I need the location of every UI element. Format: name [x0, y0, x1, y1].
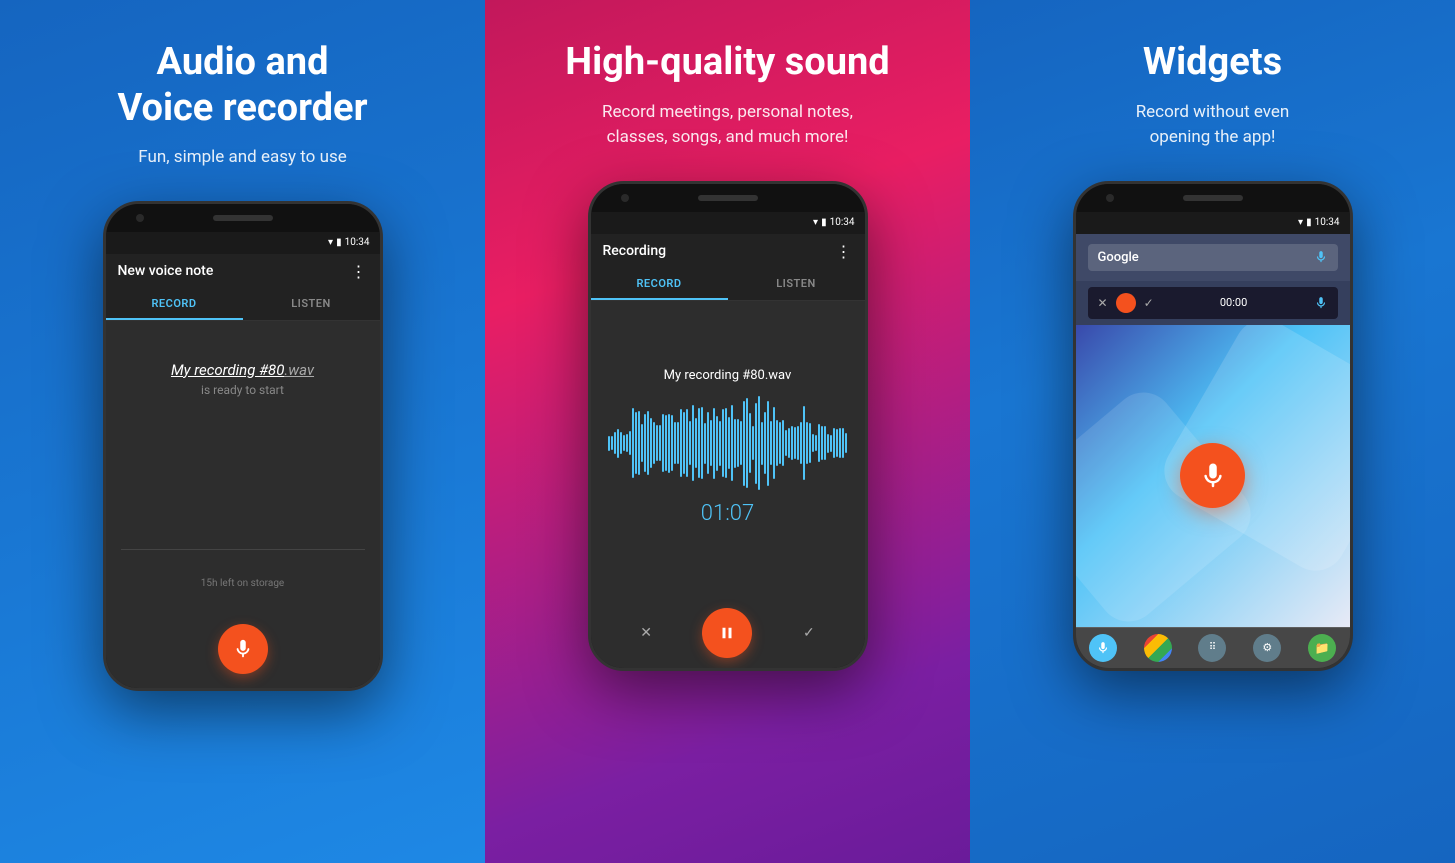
dock-chrome-button[interactable]	[1144, 634, 1172, 662]
mic-icon	[232, 638, 254, 660]
center-phone-mockup: ▾ ▮ 10:34 Recording ⋮ RECORD LISTEN My r…	[588, 181, 868, 671]
phone-speaker-right	[1183, 195, 1243, 201]
right-phone-mockup: ▾ ▮ 10:34 Google ✕ ✓	[1073, 181, 1353, 671]
recording-name-center: My recording #80.wav	[664, 368, 792, 383]
dock-files-button[interactable]: 📁	[1308, 634, 1336, 662]
app-dock: ⠿ ⚙ 📁	[1076, 628, 1350, 668]
google-logo: Google	[1098, 250, 1139, 265]
phone-top-bar	[106, 204, 380, 232]
wifi-icon: ▾	[328, 237, 333, 248]
home-screen	[1076, 325, 1350, 627]
center-panel-subtitle: Record meetings, personal notes,classes,…	[602, 100, 853, 151]
recording-ext: .wav	[284, 361, 314, 379]
left-phone-mockup: ▾ ▮ 10:34 New voice note ⋮ RECORD LISTEN…	[103, 201, 383, 691]
status-icons: ▾ ▮ 10:34	[328, 237, 369, 248]
right-panel: Widgets Record without evenopening the a…	[970, 0, 1455, 863]
more-options-icon[interactable]: ⋮	[351, 262, 368, 281]
status-icons-center: ▾ ▮ 10:34	[813, 217, 854, 228]
record-tab-center[interactable]: RECORD	[591, 269, 728, 300]
left-panel: Audio andVoice recorder Fun, simple and …	[0, 0, 485, 863]
phone-camera-right	[1106, 194, 1114, 202]
record-tab[interactable]: RECORD	[106, 289, 243, 320]
confirm-button-center[interactable]: ✓	[794, 618, 824, 648]
google-mic-icon	[1314, 250, 1328, 264]
wifi-icon-center: ▾	[813, 217, 818, 228]
battery-icon-right: ▮	[1306, 217, 1312, 228]
widget-mic-icon	[1314, 296, 1328, 310]
recorder-widget[interactable]: ✕ ✓ 00:00	[1088, 287, 1338, 319]
bottom-controls: ✕ ✓	[591, 598, 865, 668]
google-search-bar[interactable]: Google	[1088, 244, 1338, 271]
widget-record-dot	[1116, 293, 1136, 313]
screen-content-center: My recording #80.wav 01:07	[591, 301, 865, 598]
divider	[121, 549, 365, 550]
listen-tab[interactable]: LISTEN	[243, 289, 380, 320]
left-panel-title: Audio andVoice recorder	[118, 40, 368, 131]
phone-speaker-center	[698, 195, 758, 201]
listen-tab-center[interactable]: LISTEN	[728, 269, 865, 300]
widget-confirm-icon: ✓	[1144, 296, 1154, 310]
wifi-icon-right: ▾	[1298, 217, 1303, 228]
battery-icon: ▮	[336, 237, 342, 248]
dock-apps-button[interactable]: ⠿	[1198, 634, 1226, 662]
center-panel-title: High-quality sound	[565, 40, 889, 86]
phone-camera-center	[621, 194, 629, 202]
app-header-center: Recording ⋮	[591, 234, 865, 269]
dock-mic-icon	[1096, 641, 1110, 655]
cancel-button-center[interactable]: ✕	[631, 618, 661, 648]
home-mic-widget-button[interactable]	[1180, 443, 1245, 508]
recording-name-text: My recording #80	[171, 361, 284, 379]
ready-status: is ready to start	[201, 383, 284, 397]
storage-info: 15h left on storage	[201, 578, 285, 589]
status-bar-center: ▾ ▮ 10:34	[591, 212, 865, 234]
dock-settings-button[interactable]: ⚙	[1253, 634, 1281, 662]
app-title-left: New voice note	[118, 263, 214, 279]
pause-icon	[718, 624, 736, 642]
home-mic-icon	[1198, 461, 1228, 491]
widget-timer: 00:00	[1162, 296, 1306, 309]
left-panel-subtitle: Fun, simple and easy to use	[138, 145, 346, 171]
status-bar: ▾ ▮ 10:34	[106, 232, 380, 254]
phone-camera	[136, 214, 144, 222]
status-time-center: 10:34	[830, 217, 855, 228]
more-options-icon-center[interactable]: ⋮	[836, 242, 853, 261]
widget-cancel-icon: ✕	[1098, 296, 1108, 310]
recording-timer: 01:07	[701, 501, 754, 526]
phone-top-bar-right	[1076, 184, 1350, 212]
battery-icon-center: ▮	[821, 217, 827, 228]
right-panel-title: Widgets	[1143, 40, 1282, 86]
phone-top-bar-center	[591, 184, 865, 212]
app-title-center: Recording	[603, 243, 667, 259]
screen-content-left: My recording #80.wav is ready to start 1…	[106, 321, 380, 604]
app-header: New voice note ⋮	[106, 254, 380, 289]
status-time-right: 10:34	[1315, 217, 1340, 228]
record-button[interactable]	[218, 624, 268, 674]
dock-mic-button[interactable]	[1089, 634, 1117, 662]
tabs-bar-center: RECORD LISTEN	[591, 269, 865, 301]
center-panel: High-quality sound Record meetings, pers…	[485, 0, 970, 863]
recording-filename: My recording #80.wav	[171, 361, 314, 379]
phone-speaker	[213, 215, 273, 221]
status-time: 10:34	[345, 237, 370, 248]
tabs-bar: RECORD LISTEN	[106, 289, 380, 321]
status-bar-right: ▾ ▮ 10:34	[1076, 212, 1350, 234]
status-icons-right: ▾ ▮ 10:34	[1298, 217, 1339, 228]
pause-button[interactable]	[702, 608, 752, 658]
waveform-display	[601, 393, 855, 493]
right-panel-subtitle: Record without evenopening the app!	[1136, 100, 1290, 151]
